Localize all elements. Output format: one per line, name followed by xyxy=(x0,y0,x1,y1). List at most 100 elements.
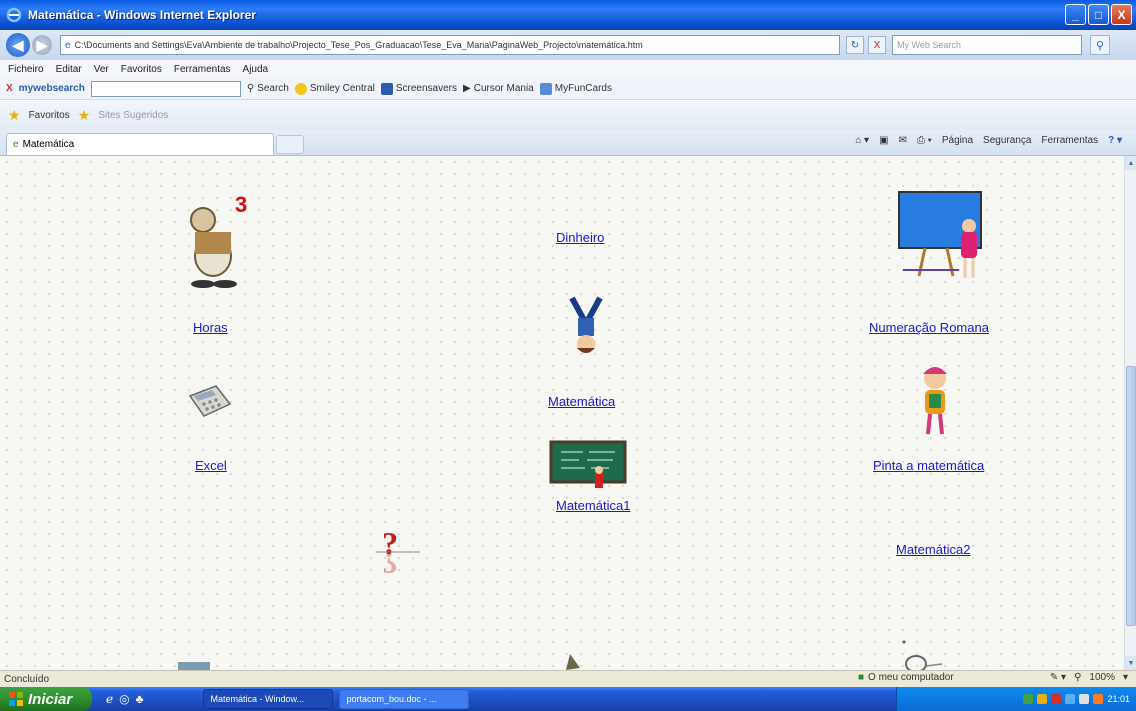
toolbar-screensavers-label: Screensavers xyxy=(395,83,458,94)
minimize-button[interactable]: _ xyxy=(1065,4,1086,25)
back-button[interactable]: ◀ xyxy=(6,33,30,57)
refresh-button[interactable]: ↻ xyxy=(846,36,864,54)
taskbar: Iniciar ℯ ◎ ♣ Matemática - Window... por… xyxy=(0,687,1136,711)
tray-network-icon[interactable] xyxy=(1023,694,1034,704)
ie-icon xyxy=(6,7,22,23)
zoom-control[interactable]: ✎ ▾ ⚲ 100% ▾ xyxy=(1050,672,1128,683)
favorites-star-icon[interactable]: ★ xyxy=(8,107,21,124)
taskbar-item-ie[interactable]: Matemática - Window... xyxy=(203,689,334,709)
screensaver-icon xyxy=(380,82,393,95)
start-label: Iniciar xyxy=(28,690,73,708)
add-favorite-icon[interactable]: ★ xyxy=(78,107,91,124)
tray-misc-icon[interactable] xyxy=(1079,694,1090,704)
url-field[interactable]: e C:\Documents and Settings\Eva\Ambiente… xyxy=(60,35,840,55)
upside-down-kid-image[interactable] xyxy=(566,296,606,358)
toolbar-brand[interactable]: mywebsearch xyxy=(19,83,85,94)
window-title: Matemática - Windows Internet Explorer xyxy=(28,8,256,22)
link-matematica1[interactable]: Matemática1 xyxy=(556,498,630,513)
link-numeracao-romana[interactable]: Numeração Romana xyxy=(869,320,989,335)
toolbar-cursormania-button[interactable]: ▶ Cursor Mania xyxy=(463,83,534,94)
help-icon[interactable]: ? ▾ xyxy=(1108,135,1122,146)
toolbar-search-button[interactable]: ⚲ Search xyxy=(247,83,289,94)
toolbar-funcards-button[interactable]: MyFunCards xyxy=(539,82,612,95)
close-button[interactable]: X xyxy=(1111,4,1132,25)
menu-view[interactable]: Ver xyxy=(94,64,109,75)
forward-button[interactable]: ▶ xyxy=(32,35,52,55)
quicklaunch-media-icon[interactable]: ♣ xyxy=(136,692,144,706)
toolbar-cursormania-label: Cursor Mania xyxy=(473,83,534,94)
status-bar: Concluído ■ O meu computador ✎ ▾ ⚲ 100% … xyxy=(0,670,1136,687)
security-zone: ■ O meu computador xyxy=(858,672,954,683)
link-matematica[interactable]: Matemática xyxy=(548,394,615,409)
scroll-up-icon[interactable]: ▲ xyxy=(1125,156,1136,170)
scroll-down-icon[interactable]: ▼ xyxy=(1125,656,1136,670)
start-button[interactable]: Iniciar xyxy=(0,687,92,711)
link-matematica2[interactable]: Matemática2 xyxy=(896,542,970,557)
toolbar-smiley-button[interactable]: Smiley Central xyxy=(294,82,375,95)
address-actions: ↻ X xyxy=(846,36,886,54)
calculator-image[interactable] xyxy=(186,382,234,422)
status-text: Concluído xyxy=(4,673,50,685)
tray-volume-icon[interactable] xyxy=(1065,694,1076,704)
zoom-dropdown-icon[interactable]: ▾ xyxy=(1123,672,1128,683)
tools-menu[interactable]: Ferramentas xyxy=(1041,135,1098,146)
print-icon[interactable]: ⎙ ▾ xyxy=(917,135,932,146)
tray-antivirus-icon[interactable] xyxy=(1051,694,1062,704)
page-menu[interactable]: Página xyxy=(942,135,973,146)
search-toolbar: X mywebsearch ⚲ Search Smiley Central Scr… xyxy=(0,78,1136,100)
clock-character-image[interactable]: 3 xyxy=(175,190,255,290)
tray-update-icon[interactable] xyxy=(1093,694,1104,704)
taskbar-item-doc[interactable]: portacom_bou.doc - ... xyxy=(339,689,470,709)
menu-tools[interactable]: Ferramentas xyxy=(174,64,231,75)
page-content: 3 Horas Dinheiro Numeração Romana Matemá… xyxy=(0,156,1124,670)
protected-mode-icon[interactable]: ✎ ▾ xyxy=(1050,672,1066,683)
svg-text:?: ? xyxy=(382,545,398,581)
link-pinta-a-matematica[interactable]: Pinta a matemática xyxy=(873,458,984,473)
home-icon[interactable]: ⌂ ▾ xyxy=(855,135,869,146)
search-icon[interactable]: ⚲ xyxy=(1090,35,1110,55)
url-text: C:\Documents and Settings\Eva\Ambiente d… xyxy=(74,40,643,50)
feeds-icon[interactable]: ▣ xyxy=(879,135,888,146)
partial-image-right[interactable] xyxy=(896,636,946,670)
link-excel[interactable]: Excel xyxy=(195,458,227,473)
toolbar-smiley-label: Smiley Central xyxy=(309,83,375,94)
scroll-thumb[interactable] xyxy=(1126,366,1136,626)
suggested-sites-link[interactable]: Sites Sugeridos xyxy=(98,110,168,121)
partial-image-center[interactable] xyxy=(564,654,582,670)
security-menu[interactable]: Segurança xyxy=(983,135,1031,146)
search-icon: ⚲ xyxy=(246,83,255,94)
tab-matematica[interactable]: e Matemática xyxy=(6,133,274,155)
new-tab-button[interactable] xyxy=(276,135,304,154)
toolbar-search-input[interactable] xyxy=(90,80,241,97)
menu-favorites[interactable]: Favoritos xyxy=(121,64,162,75)
zoom-level[interactable]: 100% xyxy=(1089,672,1115,683)
maximize-button[interactable]: □ xyxy=(1088,4,1109,25)
clock[interactable]: 21:01 xyxy=(1107,694,1130,704)
stop-button[interactable]: X xyxy=(868,36,886,54)
menu-file[interactable]: Ficheiro xyxy=(8,64,44,75)
menu-bar: Ficheiro Editar Ver Favoritos Ferramenta… xyxy=(0,60,1136,78)
quicklaunch-browser-icon[interactable]: ℯ xyxy=(106,692,113,706)
search-input[interactable]: My Web Search xyxy=(892,35,1082,55)
mail-icon[interactable]: ✉ xyxy=(899,135,907,146)
blackboard-teacher-image[interactable] xyxy=(895,190,990,282)
link-horas[interactable]: Horas xyxy=(193,320,228,335)
favorites-bar: ★ Favoritos ★ Sites Sugeridos xyxy=(0,100,1136,130)
partial-image-left[interactable] xyxy=(178,660,210,670)
painting-girl-image[interactable] xyxy=(913,364,957,438)
toolbar-close-icon[interactable]: X xyxy=(6,83,13,94)
question-mark-image[interactable]: ? ? xyxy=(372,524,422,586)
link-dinheiro[interactable]: Dinheiro xyxy=(556,230,604,245)
page-icon: e xyxy=(65,39,71,51)
number-icon: 3 xyxy=(235,192,247,217)
quicklaunch-ie-icon[interactable]: ◎ xyxy=(119,692,129,706)
tray-security-icon[interactable] xyxy=(1037,694,1048,704)
menu-edit[interactable]: Editar xyxy=(56,64,82,75)
chalkboard-kid-image[interactable] xyxy=(549,440,629,496)
quick-launch: ℯ ◎ ♣ xyxy=(106,692,143,706)
favorites-label[interactable]: Favoritos xyxy=(29,110,70,121)
menu-help[interactable]: Ajuda xyxy=(243,64,269,75)
zone-label: O meu computador xyxy=(868,672,954,683)
toolbar-screensavers-button[interactable]: Screensavers xyxy=(380,82,458,95)
vertical-scrollbar[interactable]: ▲ ▼ xyxy=(1124,156,1136,670)
